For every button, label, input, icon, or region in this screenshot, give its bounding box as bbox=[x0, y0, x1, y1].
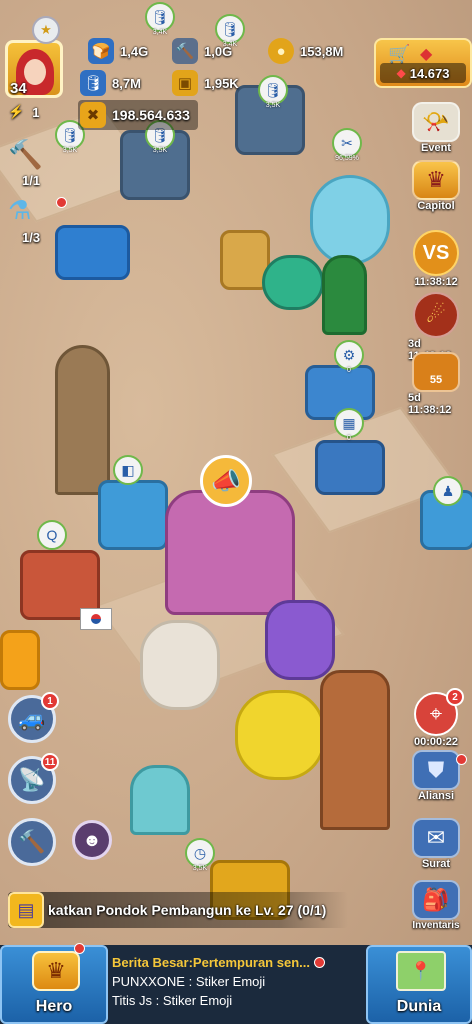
oil-icon: 🛢 bbox=[80, 70, 106, 96]
q-icon: Q bbox=[46, 527, 58, 543]
ruby-icon: ◆ bbox=[396, 66, 406, 80]
big-ben-tower[interactable] bbox=[320, 670, 390, 830]
inventory-button[interactable]: 🎒 Inventaris bbox=[408, 880, 464, 931]
backpack-icon: 🎒 bbox=[412, 880, 460, 920]
build-button[interactable]: 🔨 bbox=[8, 818, 56, 866]
resource-oil[interactable]: 🛢 8,7M bbox=[80, 70, 141, 96]
envelope-icon: ✉ bbox=[412, 818, 460, 858]
quest-text: katkan Pondok Pembangun ke Lv. 27 (0/1) bbox=[48, 902, 327, 918]
player-level: 34 bbox=[10, 80, 27, 97]
vs-event-button[interactable]: VS 11:38:12 bbox=[408, 230, 464, 288]
mail-button[interactable]: ✉ Surat bbox=[408, 818, 464, 870]
chip-bubble[interactable]: ▦ 0 bbox=[334, 408, 364, 442]
oil-collect-bubble[interactable]: 🛢 3,5K bbox=[258, 75, 288, 109]
chip-icon: ▦ bbox=[342, 414, 356, 431]
korea-flag bbox=[80, 608, 112, 630]
car-icon: 🚙 bbox=[18, 706, 46, 731]
event-icon: 📯 bbox=[412, 102, 460, 142]
radar-button[interactable]: 📡 11 bbox=[8, 753, 59, 804]
world-button[interactable]: 📍 Dunia bbox=[366, 945, 472, 1024]
chat-line: PUNXXONE : Stiker Emoji bbox=[112, 974, 266, 989]
resource-coin[interactable]: ● 153,8M bbox=[268, 38, 343, 64]
chat-line: Titis Js : Stiker Emoji bbox=[112, 993, 233, 1008]
warehouse-building[interactable] bbox=[55, 225, 130, 280]
wrench-icon: ✂ bbox=[341, 134, 353, 151]
orange-cubes bbox=[0, 630, 40, 690]
coin-icon: ● bbox=[268, 38, 294, 64]
yellow-trees[interactable] bbox=[235, 690, 325, 780]
quest-icon: ▤ bbox=[8, 892, 44, 928]
megaphone-bubble[interactable]: 📣 bbox=[200, 455, 252, 507]
food-collect-bubble[interactable]: 🛢 3,4K bbox=[145, 2, 175, 36]
cart-icon: 🛒 bbox=[388, 44, 411, 64]
gear-icon: ⚙ bbox=[342, 346, 356, 363]
vs-icon: VS bbox=[413, 230, 459, 276]
iron-icon: 🔨 bbox=[172, 38, 198, 64]
cat-statue[interactable] bbox=[140, 620, 220, 710]
ticket-icon: ▣ bbox=[172, 70, 198, 96]
city-map[interactable]: 🛢 3,4K 🛢 3,4K 🛢 3,5K 🛢 3,5K 🛢 3,5K ✂ 96,59% ⚙ 0… bbox=[0, 0, 472, 1024]
power-counter[interactable]: ✖ 198.564.633 bbox=[78, 100, 198, 130]
hero-crown-icon: ♛ bbox=[32, 951, 80, 991]
headquarters-building[interactable] bbox=[165, 490, 295, 615]
oil-icon: 🛢 bbox=[61, 126, 79, 143]
depot-building[interactable] bbox=[315, 440, 385, 495]
hospital-building[interactable] bbox=[130, 765, 190, 835]
megaphone-icon: 📣 bbox=[211, 467, 241, 495]
resource-ticket[interactable]: ▣ 1,95K bbox=[172, 70, 239, 96]
lightning-icon: ⚡ bbox=[8, 104, 25, 119]
radar-icon: 📡 bbox=[18, 767, 46, 792]
trophy-icon: 55 bbox=[412, 352, 460, 392]
soldier-icon: ♟ bbox=[441, 482, 455, 499]
news-line[interactable]: Berita Besar:Pertempuran sen... bbox=[112, 955, 362, 970]
event-button[interactable]: 📯 Event bbox=[408, 102, 464, 154]
gem-count: 14.673 bbox=[409, 65, 450, 81]
food-icon: 🍞 bbox=[88, 38, 114, 64]
chat-panel[interactable]: Berita Besar:Pertempuran sen... PUNXXONE… bbox=[112, 955, 362, 1021]
clock-icon: ◷ bbox=[193, 844, 207, 861]
q-bubble[interactable]: Q bbox=[37, 520, 67, 550]
map-icon: ◧ bbox=[121, 461, 135, 478]
builder-queue[interactable]: 🔨 1/1 bbox=[8, 138, 58, 188]
flask-icon: ⚗ bbox=[8, 195, 32, 225]
food-icon: 🛢 bbox=[151, 8, 169, 25]
capitol-icon: ♛ bbox=[412, 160, 460, 200]
hammer-icon: 🔨 bbox=[18, 829, 46, 854]
level-event-button[interactable]: 55 5d 11:38:12 bbox=[408, 352, 464, 416]
resource-iron[interactable]: 🔨 1,0G bbox=[172, 38, 232, 64]
timer-bubble[interactable]: ◷ 3,5K bbox=[185, 838, 215, 872]
alliance-button[interactable]: ⛊ Aliansi bbox=[408, 750, 467, 802]
gear-bubble[interactable]: ⚙ 0 bbox=[334, 340, 364, 374]
soldier-bubble[interactable]: ♟ bbox=[433, 476, 463, 506]
vip-badge-icon[interactable]: ★ bbox=[32, 16, 60, 44]
shop-button[interactable]: 🛒 ◆ ◆ 14.673 bbox=[374, 38, 472, 88]
face-icon: ☻ bbox=[82, 829, 102, 850]
flower-garden[interactable] bbox=[262, 255, 324, 310]
observatory-building[interactable] bbox=[310, 175, 390, 265]
power-icon: ✖ bbox=[80, 102, 106, 128]
christmas-tree[interactable] bbox=[322, 255, 367, 335]
vehicle-button[interactable]: 🚙 1 bbox=[8, 692, 59, 743]
world-map-icon: 📍 bbox=[396, 951, 446, 991]
research-queue[interactable]: ⚗ 1/3 bbox=[8, 195, 67, 245]
hero-button[interactable]: ♛ Hero bbox=[0, 943, 108, 1024]
quest-bar[interactable]: ▤ katkan Pondok Pembangun ke Lv. 27 (0/1… bbox=[8, 892, 348, 928]
eiffel-tower[interactable] bbox=[55, 345, 110, 495]
resource-food[interactable]: 🍞 1,4G bbox=[88, 38, 148, 64]
food-icon: 🛢 bbox=[221, 20, 239, 37]
missile-icon: ☄ bbox=[413, 292, 459, 338]
capitol-button[interactable]: ♛ Capitol bbox=[408, 160, 464, 212]
research-progress-bubble[interactable]: ✂ 96,59% bbox=[332, 128, 362, 162]
general-avatar[interactable]: ☻ bbox=[72, 820, 112, 860]
hammer-icon: 🔨 bbox=[8, 139, 43, 170]
alliance-shield-icon: ⛊ bbox=[412, 750, 460, 790]
crystal-tower[interactable] bbox=[265, 600, 335, 680]
lab-building[interactable] bbox=[98, 480, 168, 550]
oil-icon: 🛢 bbox=[264, 81, 282, 98]
target-button[interactable]: ⌖ 2 00:00:22 bbox=[408, 688, 464, 748]
energy-counter[interactable]: ⚡ 1 bbox=[8, 104, 39, 120]
gem-icon: ◆ bbox=[420, 46, 433, 63]
map-bubble[interactable]: ◧ bbox=[113, 455, 143, 485]
